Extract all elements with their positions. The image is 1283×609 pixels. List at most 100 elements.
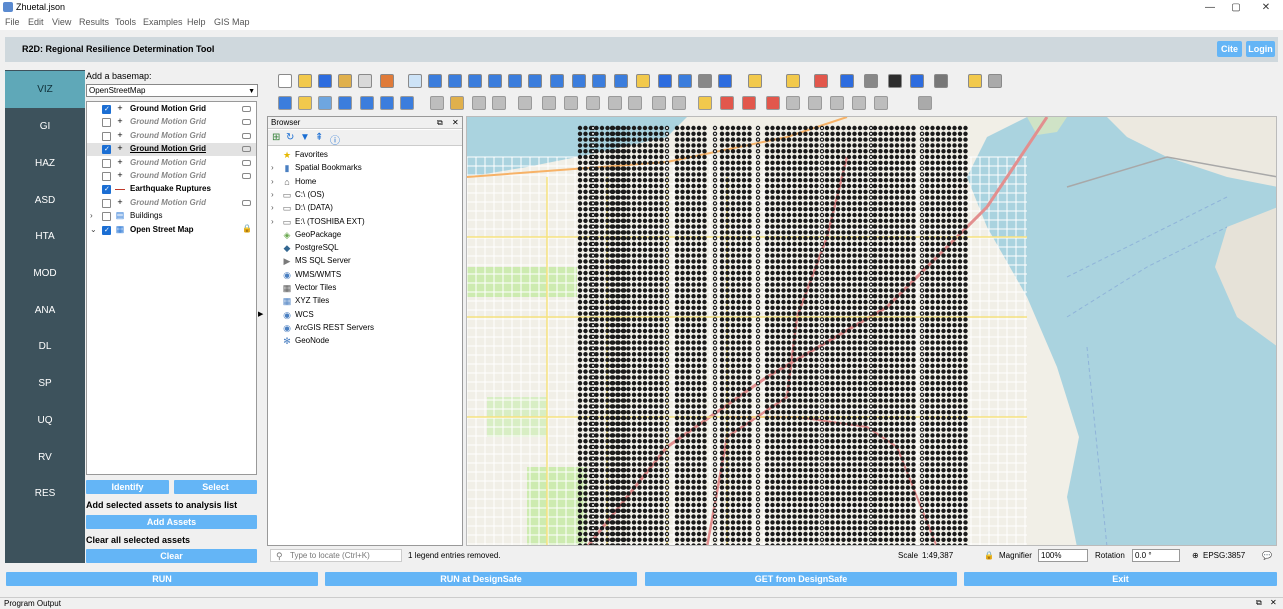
zoom-selection-icon[interactable] [528, 74, 542, 88]
show-bookmarks-icon[interactable] [658, 74, 672, 88]
toggle-editing-icon[interactable] [450, 96, 464, 110]
add-layer-icon[interactable]: ⊞ [272, 132, 280, 143]
expander-icon[interactable]: › [271, 163, 274, 172]
menu-help[interactable]: Help [187, 17, 206, 27]
print-icon[interactable] [358, 74, 372, 88]
current-edits-icon[interactable] [430, 96, 444, 110]
nav-item-haz[interactable]: HAZ [5, 145, 85, 182]
select-button[interactable]: Select [174, 480, 257, 494]
close-icon[interactable]: ✕ [1256, 1, 1276, 14]
browser-item[interactable]: › ▭ D:\ (DATA) [268, 202, 462, 215]
nav-item-dl[interactable]: DL [5, 328, 85, 365]
zoom-in-icon[interactable] [448, 74, 462, 88]
digitize-icon[interactable] [318, 96, 332, 110]
layer-row[interactable]: +Ground Motion Grid [87, 197, 256, 210]
info-icon[interactable]: ⓘ [330, 132, 340, 147]
browser-item[interactable]: › ▭ C:\ (OS) [268, 189, 462, 202]
undo-icon[interactable] [652, 96, 666, 110]
pan-to-selection-icon[interactable] [428, 74, 442, 88]
move-label-icon[interactable] [808, 96, 822, 110]
layer-visibility-checkbox[interactable] [102, 198, 111, 208]
browser-item[interactable]: ▦ XYZ Tiles [268, 295, 462, 308]
open-icon[interactable] [298, 74, 312, 88]
menu-gis-map[interactable]: GIS Map [214, 17, 250, 27]
splitter-arrow-icon[interactable]: ▶ [258, 310, 263, 318]
expander-icon[interactable]: › [271, 177, 274, 186]
browser-item[interactable]: ◉ ArcGIS REST Servers [268, 322, 462, 335]
expander-icon[interactable]: › [271, 203, 274, 212]
label-options-icon[interactable] [874, 96, 888, 110]
layer-indicator-icon[interactable] [242, 119, 251, 126]
attribute-table-icon[interactable] [786, 74, 800, 88]
vector-icon[interactable] [400, 96, 414, 110]
menu-tools[interactable]: Tools [115, 17, 136, 27]
show-label-icon[interactable] [786, 96, 800, 110]
temporal-icon[interactable] [678, 74, 692, 88]
menu-view[interactable]: View [52, 17, 71, 27]
statistics-icon[interactable] [888, 74, 902, 88]
browser-item[interactable]: › ▮ Spatial Bookmarks [268, 162, 462, 175]
layer-indicator-icon[interactable] [242, 173, 251, 179]
identify-button[interactable]: Identify [86, 480, 169, 494]
layer-visibility-checkbox[interactable] [102, 131, 111, 141]
refresh-icon[interactable]: ↻ [286, 132, 294, 143]
zoom-next-icon[interactable] [572, 74, 586, 88]
layer-row[interactable]: +Ground Motion Grid [87, 143, 256, 157]
measure-icon[interactable] [934, 74, 948, 88]
help-icon[interactable] [918, 96, 932, 110]
new-project-icon[interactable] [278, 74, 292, 88]
add-assets-button[interactable]: Add Assets [86, 515, 257, 529]
browser-item[interactable]: ▶ MS SQL Server [268, 255, 462, 268]
nav-item-rv[interactable]: RV [5, 439, 85, 476]
nav-item-hta[interactable]: HTA [5, 218, 85, 255]
paste-icon[interactable] [628, 96, 642, 110]
map-canvas[interactable] [466, 116, 1277, 546]
nav-item-mod[interactable]: MOD [5, 255, 85, 292]
new-grid-icon[interactable] [360, 96, 374, 110]
close-panel-icon[interactable]: ✕ [452, 118, 459, 127]
layer-visibility-checkbox[interactable] [102, 145, 111, 155]
label-icon[interactable] [698, 96, 712, 110]
layer-indicator-icon[interactable] [242, 146, 251, 153]
browser-item[interactable]: ◉ WCS [268, 309, 462, 322]
browser-item[interactable]: ★ Favorites [268, 149, 462, 162]
nav-item-sp[interactable]: SP [5, 365, 85, 402]
layer-visibility-checkbox[interactable] [102, 118, 111, 128]
menu-file[interactable]: File [5, 17, 20, 27]
open-table-icon[interactable] [910, 74, 924, 88]
nav-item-viz[interactable]: VIZ [5, 71, 85, 108]
login-button[interactable]: Login [1246, 41, 1275, 57]
browser-item[interactable]: › ▭ E:\ (TOSHIBA EXT) [268, 216, 462, 229]
highlight-label-icon[interactable] [766, 96, 780, 110]
raster-icon[interactable] [380, 96, 394, 110]
label-style-icon[interactable] [720, 96, 734, 110]
nav-item-res[interactable]: RES [5, 475, 85, 512]
browser-item[interactable]: ✻ GeoNode [268, 335, 462, 348]
layer-visibility-checkbox[interactable] [102, 172, 111, 181]
vertex-tool-icon[interactable] [338, 96, 352, 110]
save-icon[interactable] [318, 74, 332, 88]
delete-icon[interactable] [564, 96, 578, 110]
layer-row[interactable]: +Ground Motion Grid [87, 116, 256, 129]
nav-item-asd[interactable]: ASD [5, 182, 85, 219]
new-layer-icon[interactable] [298, 96, 312, 110]
cite-button[interactable]: Cite [1217, 41, 1242, 57]
zoom-last-icon[interactable] [550, 74, 564, 88]
menu-results[interactable]: Results [79, 17, 109, 27]
layer-visibility-checkbox[interactable] [102, 105, 111, 114]
browser-item[interactable]: ▦ Vector Tiles [268, 282, 462, 295]
identify-tool-icon[interactable] [718, 74, 732, 88]
style-icon[interactable] [380, 74, 394, 88]
rotate-label-icon[interactable] [830, 96, 844, 110]
copy-icon[interactable] [608, 96, 622, 110]
nav-item-uq[interactable]: UQ [5, 402, 85, 439]
layer-row[interactable]: +Ground Motion Grid [87, 170, 256, 183]
layer-indicator-icon[interactable] [242, 132, 251, 139]
identify-features-icon[interactable] [840, 74, 854, 88]
float-icon[interactable]: ⧉ [437, 118, 443, 128]
layer-row[interactable]: +Ground Motion Grid [87, 157, 256, 170]
zoom-layer-icon[interactable] [508, 74, 522, 88]
layer-visibility-checkbox[interactable] [102, 225, 111, 235]
layer-indicator-icon[interactable] [242, 159, 251, 166]
expander-icon[interactable]: › [271, 190, 274, 199]
